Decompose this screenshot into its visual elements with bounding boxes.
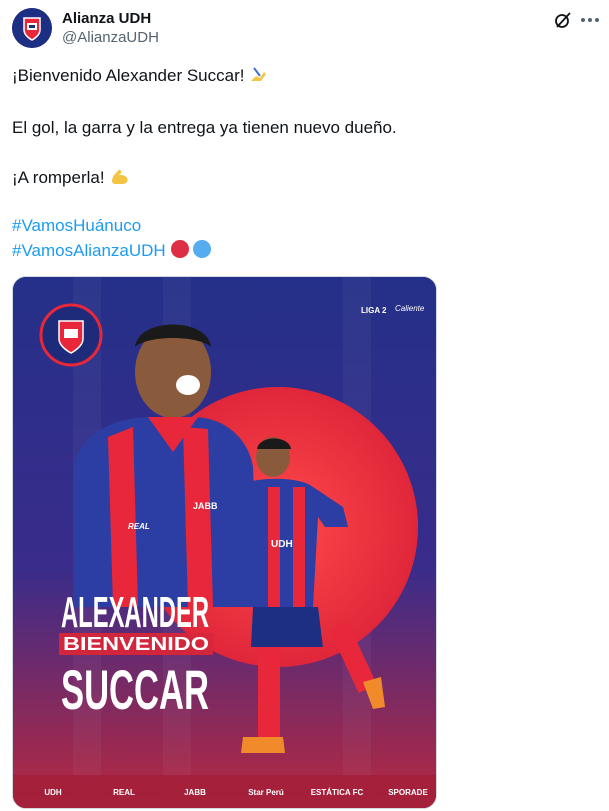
poster-league-logo: LIGA 2 [361, 306, 387, 315]
account-names: Alianza UDH @AlianzaUDH [62, 9, 159, 47]
jersey-brand: REAL [128, 522, 150, 531]
jersey-sponsor: JABB [193, 501, 218, 511]
account-handle[interactable]: @AlianzaUDH [62, 28, 159, 47]
tweet-media-image[interactable]: LIGA 2 Caliente JABB REAL UDH ALEXANDER … [12, 276, 437, 809]
grok-icon[interactable] [553, 10, 573, 30]
poster-name-first: ALEXANDER [61, 588, 209, 637]
romperla-text: ¡A romperla! [12, 168, 105, 187]
tweet-line-hashtag2: #VamosAlianzaUDH [12, 239, 212, 266]
red-circle-emoji [170, 239, 190, 266]
tweet-line-romperla: ¡A romperla! [12, 166, 131, 193]
sponsor-logo: Star Perú [248, 788, 284, 797]
hashtag-vamoshuanuco[interactable]: #VamosHuánuco [12, 214, 141, 238]
display-name[interactable]: Alianza UDH [62, 9, 159, 28]
club-crest [39, 303, 103, 367]
flexed-biceps-emoji [109, 166, 131, 193]
jersey-udh: UDH [271, 539, 293, 550]
tweet-card: Alianza UDH @AlianzaUDH ¡Bienvenido Alex… [0, 0, 609, 811]
hashtag-vamosalianzaudh[interactable]: #VamosAlianzaUDH [12, 241, 166, 260]
sponsor-logo: REAL [113, 788, 135, 797]
blue-circle-emoji [192, 239, 212, 266]
more-options-icon[interactable] [578, 10, 602, 30]
welcome-text: ¡Bienvenido Alexander Succar! [12, 66, 245, 85]
sponsor-logo: SPORADE [388, 788, 428, 797]
tweet-line-welcome: ¡Bienvenido Alexander Succar! [12, 64, 268, 91]
writing-hand-emoji [248, 64, 268, 91]
tweet-header: Alianza UDH @AlianzaUDH [12, 8, 599, 52]
sponsor-logo: UDH [44, 788, 62, 797]
sponsor-logo: ESTÁTICA FC [311, 788, 364, 797]
poster-league-partner: Caliente [395, 304, 425, 313]
poster-name-last: SUCCAR [61, 658, 209, 721]
tweet-line-goal: El gol, la garra y la entrega ya tienen … [12, 118, 397, 137]
avatar[interactable] [12, 8, 52, 48]
poster-welcome: BIENVENIDO [63, 634, 209, 654]
sponsor-logo: JABB [184, 788, 206, 797]
